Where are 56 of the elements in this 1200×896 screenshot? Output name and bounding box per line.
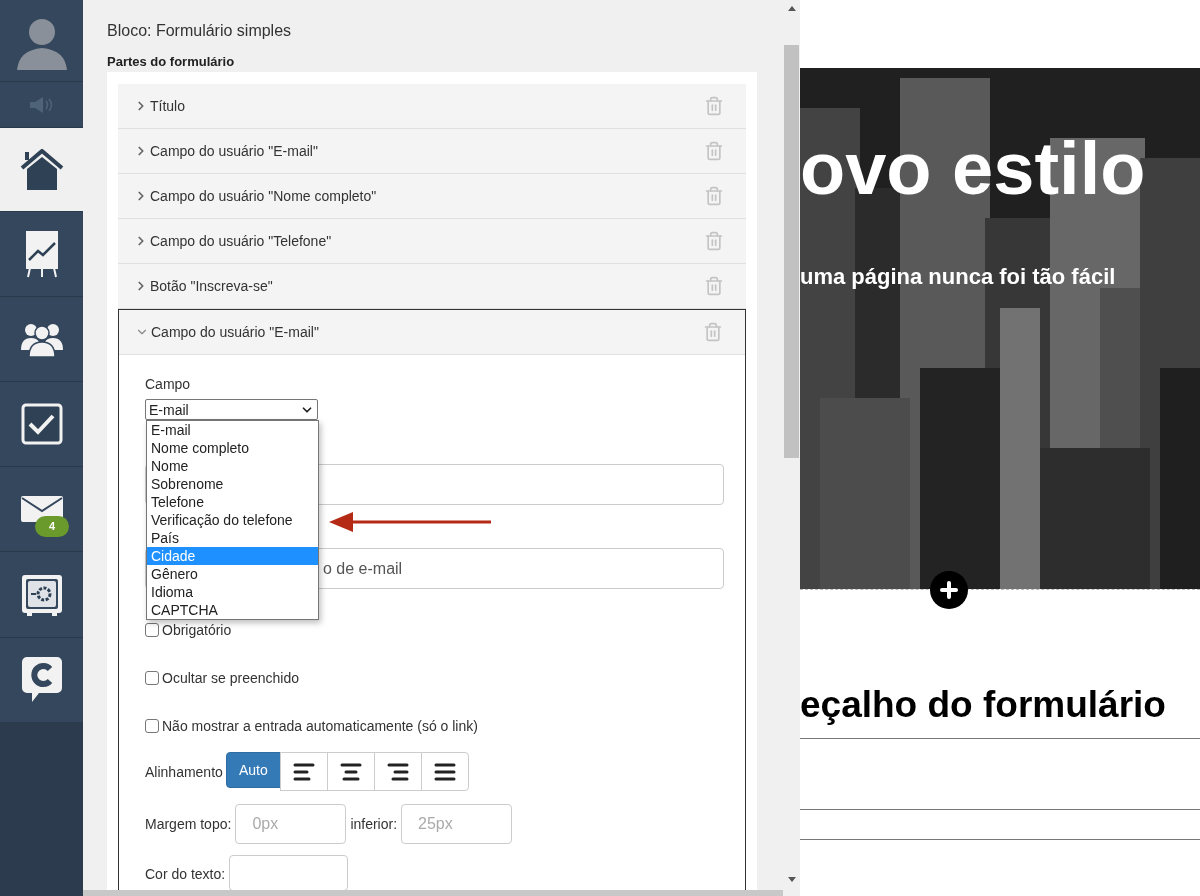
form-heading: eçalho do formulário [800,684,1167,726]
alignment-button[interactable] [373,752,422,791]
sidebar-item[interactable] [0,638,83,723]
sidebar-item[interactable] [0,552,83,638]
margin-bottom-field[interactable]: 25px [401,804,513,844]
form-part-header[interactable]: Campo do usuário "Nome completo" [118,174,746,219]
hero-headline: ovo estilo [800,132,1147,206]
alignment-button[interactable] [420,752,469,791]
checkbox-option[interactable]: Obrigatório [145,621,725,639]
dropdown-option[interactable]: Telefone [147,493,318,511]
checkbox[interactable] [145,623,159,637]
margin-bottom-label: inferior: [350,816,398,832]
form-part-header[interactable]: Campo do usuário "E-mail" [118,129,746,174]
dropdown-option[interactable]: Nome completo [147,439,318,457]
checkbox-option[interactable]: Ocultar se preenchido [145,669,725,687]
checkbox[interactable] [145,719,159,733]
text-color-label: Cor do texto: [145,866,226,882]
form-part-header[interactable]: Título [118,84,746,129]
alignment-button[interactable] [279,752,328,791]
sidebar-item[interactable] [0,297,83,382]
sidebar-item[interactable] [0,212,83,297]
dropdown-option[interactable]: Nome [147,457,318,475]
sidebar-item[interactable] [0,128,83,212]
hero-subheadline: uma página nunca foi tão fácil [800,264,1117,290]
plus-icon [937,578,961,602]
form-part-header[interactable]: Botão "Inscreva-se" [118,264,746,309]
dropdown-option[interactable]: Sobrenome [147,475,318,493]
sidebar-item[interactable] [0,382,83,467]
checkbox-option[interactable]: Não mostrar a entrada automaticamente (só o link) [145,717,725,735]
alignment-label: Alinhamento [145,763,223,780]
margin-top-field[interactable]: 0px [235,804,347,844]
alignment-button[interactable]: Auto [225,752,281,788]
dropdown-option[interactable]: E-mail [147,421,318,439]
unread-count-badge: 4 [35,516,70,537]
home-icon[interactable] [18,148,65,191]
horizontal-scrollbar[interactable] [83,890,783,896]
field-label: Campo [145,376,192,392]
dropdown-option[interactable]: Verificação do telefone [147,511,318,529]
text-color-field[interactable] [229,855,349,890]
form-part-header[interactable]: Campo do usuário "Telefone" [118,219,746,264]
checkbox[interactable] [145,671,159,685]
margin-top-label: Margem topo: [145,816,232,832]
dropdown-option[interactable]: Gênero [147,565,318,583]
form-part-header[interactable]: Campo do usuário "E-mail" [119,310,745,355]
chat-bubble-icon[interactable] [20,656,63,704]
dropdown-option[interactable]: Idioma [147,583,318,601]
dropdown-option[interactable]: País [147,529,318,547]
block-title: Bloco: Formulário simples [107,22,293,41]
checkbox-icon[interactable] [20,403,63,445]
alignment-button[interactable] [326,752,375,791]
field-select[interactable]: E-mail [145,399,318,420]
add-block-button[interactable] [930,571,968,609]
safe-icon[interactable] [20,573,63,616]
chart-easel-icon[interactable] [24,230,59,278]
section-heading: Partes do formulário [107,54,236,69]
dropdown-option[interactable]: CAPTCHA [147,601,318,619]
